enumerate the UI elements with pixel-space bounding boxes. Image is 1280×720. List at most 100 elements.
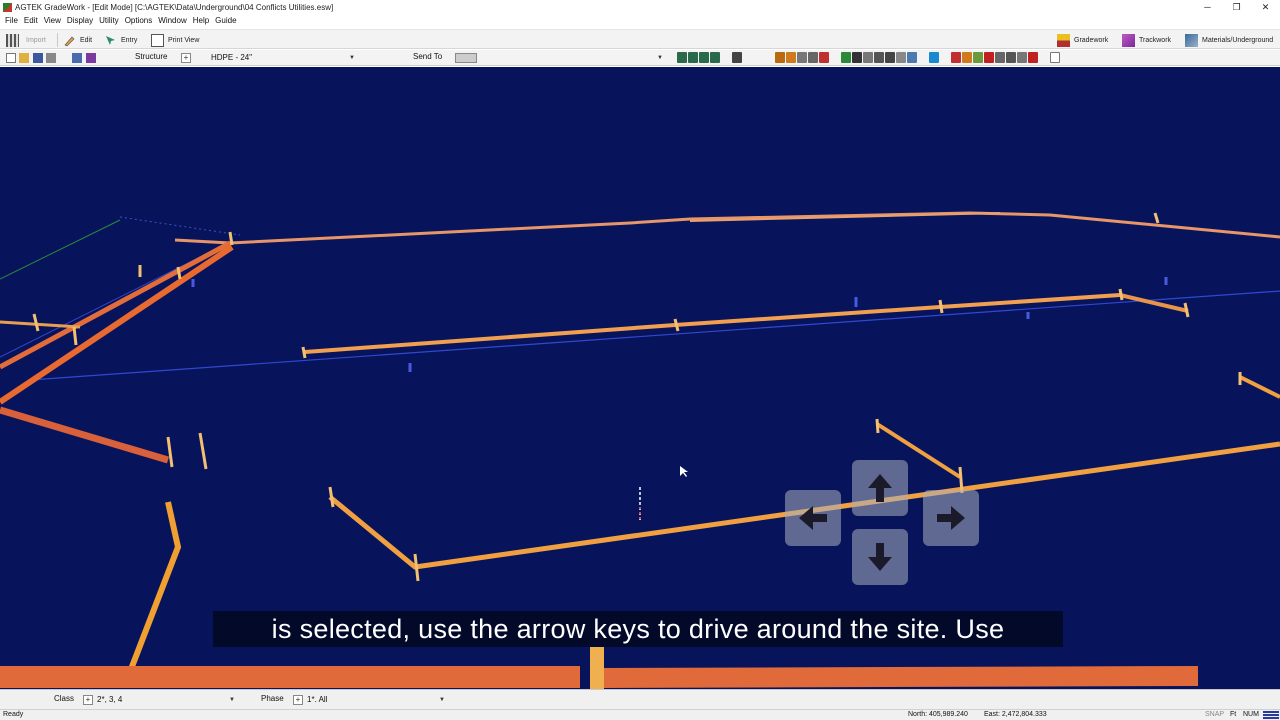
restore-button[interactable]: ❐ bbox=[1222, 0, 1251, 14]
grid-icon bbox=[6, 33, 19, 47]
profile-icon[interactable] bbox=[973, 52, 983, 63]
list-icon[interactable] bbox=[951, 52, 961, 63]
print-view-label: Print View bbox=[168, 36, 200, 44]
tool-icon[interactable] bbox=[896, 52, 906, 63]
arrow-down-key[interactable] bbox=[852, 529, 908, 585]
class-select[interactable]: 2*, 3, 4 ▼ bbox=[95, 694, 237, 706]
menu-file[interactable]: File bbox=[2, 16, 21, 25]
bottom-riser bbox=[590, 647, 604, 689]
target-icon[interactable] bbox=[984, 52, 994, 63]
search-icon[interactable] bbox=[797, 52, 807, 63]
trackwork-button[interactable]: Trackwork bbox=[1122, 32, 1171, 48]
structure-expand-button[interactable]: + bbox=[181, 53, 191, 63]
chevron-down-icon: ▼ bbox=[657, 55, 663, 61]
layers-tool-icon[interactable] bbox=[885, 52, 895, 63]
arrow-right-key[interactable] bbox=[923, 490, 979, 546]
status-north: North: 405,989.240 bbox=[908, 711, 968, 718]
menu-edit[interactable]: Edit bbox=[21, 16, 41, 25]
check-icon[interactable] bbox=[841, 52, 851, 63]
arrow-right-icon bbox=[937, 506, 965, 530]
edit-tools-strip bbox=[775, 52, 1060, 64]
phase-value: 1*. All bbox=[307, 695, 328, 704]
zoom-extents-icon[interactable] bbox=[677, 52, 687, 63]
title-bar: AGTEK GradeWork - [Edit Mode] [C:\AGTEK\… bbox=[0, 0, 1280, 14]
import-label: Import bbox=[26, 36, 46, 44]
structure-value: HDPE - 24" bbox=[211, 53, 253, 62]
send-to-arrow-icon[interactable] bbox=[455, 53, 477, 63]
view-tools-strip bbox=[677, 52, 742, 64]
zoom-previous-icon[interactable] bbox=[699, 52, 709, 63]
palette-icon[interactable] bbox=[86, 53, 96, 63]
pipe-network-drawing bbox=[0, 211, 1280, 689]
s-icon[interactable] bbox=[929, 52, 939, 63]
menu-window[interactable]: Window bbox=[155, 16, 189, 25]
grid-tool-icon[interactable] bbox=[907, 52, 917, 63]
open-icon[interactable] bbox=[19, 53, 29, 63]
copy-icon[interactable] bbox=[819, 52, 829, 63]
materials-label: Materials/Underground bbox=[1202, 36, 1274, 44]
arrow-down-icon bbox=[868, 543, 892, 571]
3d-viewport[interactable]: is selected, use the arrow keys to drive… bbox=[0, 67, 1280, 689]
menu-utility[interactable]: Utility bbox=[96, 16, 122, 25]
home-icon[interactable] bbox=[775, 52, 785, 63]
delete-icon[interactable] bbox=[1028, 52, 1038, 63]
bottom-large-pipe-2 bbox=[599, 666, 1199, 688]
status-snap: SNAP bbox=[1205, 711, 1225, 718]
settings-icon[interactable] bbox=[874, 52, 884, 63]
menu-view[interactable]: View bbox=[41, 16, 64, 25]
materials-underground-button[interactable]: Materials/Underground bbox=[1185, 32, 1273, 48]
print-view-button[interactable]: Print View bbox=[151, 32, 199, 48]
menu-display[interactable]: Display bbox=[64, 16, 96, 25]
document-icon[interactable] bbox=[1050, 52, 1060, 63]
status-num: NUM bbox=[1243, 711, 1259, 718]
gradework-icon bbox=[1057, 33, 1070, 47]
window-controls: ─ ❐ ✕ bbox=[1193, 0, 1280, 14]
class-expand-button[interactable]: + bbox=[83, 695, 93, 705]
print-icon[interactable] bbox=[46, 53, 56, 63]
menu-guide[interactable]: Guide bbox=[212, 16, 239, 25]
chevron-down-icon: ▼ bbox=[439, 697, 445, 703]
filter-icon[interactable] bbox=[852, 52, 862, 63]
minimize-button[interactable]: ─ bbox=[1193, 0, 1222, 14]
trackwork-label: Trackwork bbox=[1139, 36, 1172, 44]
arrow-up-key[interactable] bbox=[852, 460, 908, 516]
menu-help[interactable]: Help bbox=[190, 16, 212, 25]
print-view-icon bbox=[151, 33, 164, 47]
send-to-select[interactable]: ▼ bbox=[500, 52, 665, 64]
print-preview-icon[interactable] bbox=[732, 52, 742, 63]
import-button[interactable]: Import bbox=[26, 32, 46, 48]
lines-icon[interactable] bbox=[962, 52, 972, 63]
resize-grip-icon[interactable] bbox=[1263, 711, 1279, 719]
zoom-window-icon[interactable] bbox=[688, 52, 698, 63]
status-units: Ft bbox=[1230, 711, 1237, 718]
edit-label: Edit bbox=[80, 36, 93, 44]
middle-pipe bbox=[304, 293, 1121, 354]
table-icon[interactable] bbox=[1017, 52, 1027, 63]
new-icon[interactable] bbox=[6, 53, 16, 63]
phase-label: Phase bbox=[261, 694, 284, 703]
gradework-button[interactable]: Gradework bbox=[1057, 32, 1108, 48]
green-line bbox=[0, 219, 121, 280]
right-stub-pipe bbox=[1239, 375, 1280, 399]
grid2-icon[interactable] bbox=[1006, 52, 1016, 63]
arrow-left-key[interactable] bbox=[785, 490, 841, 546]
menu-options[interactable]: Options bbox=[122, 16, 156, 25]
edit-button[interactable]: Edit bbox=[63, 32, 92, 48]
structure-select[interactable]: HDPE - 24" ▼ bbox=[197, 52, 357, 64]
layers-icon[interactable] bbox=[72, 53, 82, 63]
hand-icon[interactable] bbox=[786, 52, 796, 63]
grid-button[interactable] bbox=[6, 32, 19, 48]
save-icon[interactable] bbox=[33, 53, 43, 63]
entry-button[interactable]: Entry bbox=[104, 32, 137, 48]
secondary-toolbar: Structure + HDPE - 24" ▼ Send To ▼ bbox=[0, 50, 1280, 66]
arrow-left-icon bbox=[799, 506, 827, 530]
gradework-label: Gradework bbox=[1074, 36, 1109, 44]
pan-icon[interactable] bbox=[710, 52, 720, 63]
gear-icon[interactable] bbox=[863, 52, 873, 63]
section-icon[interactable] bbox=[995, 52, 1005, 63]
phase-expand-button[interactable]: + bbox=[293, 695, 303, 705]
phase-select[interactable]: 1*. All ▼ bbox=[305, 694, 447, 706]
entry-label: Entry bbox=[121, 36, 138, 44]
close-button[interactable]: ✕ bbox=[1251, 0, 1280, 14]
measure-icon[interactable] bbox=[808, 52, 818, 63]
